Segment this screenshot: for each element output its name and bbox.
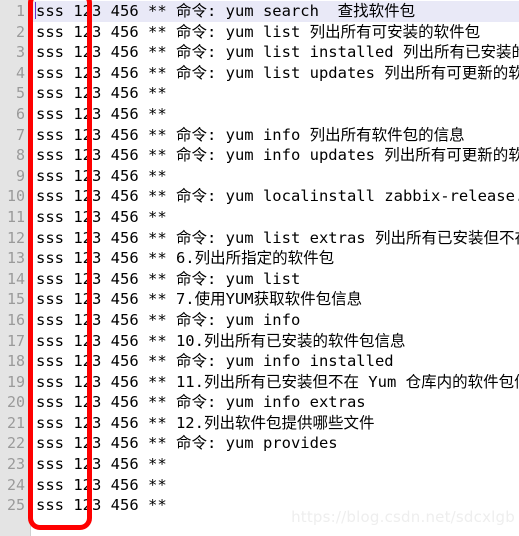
editor-line[interactable]: sss 123 456 ** 命令: yum search 查找软件包	[32, 1, 519, 22]
line-number: 9	[15, 166, 25, 185]
editor-line[interactable]: sss 123 456 ** 10.列出所有已安装的软件包信息	[32, 331, 519, 352]
editor-line[interactable]: sss 123 456 ** 命令: yum list	[32, 269, 519, 290]
line-number: 18	[6, 352, 25, 371]
line-number: 12	[6, 228, 25, 247]
editor-line[interactable]: sss 123 456 ** 命令: yum info extras	[32, 392, 519, 413]
editor-line[interactable]: sss 123 456 ** 命令: yum info updates 列出所有…	[32, 145, 519, 166]
watermark-text: https://blog.csdn.net/sdcxlgb	[291, 508, 515, 526]
line-number: 5	[15, 84, 25, 103]
line-number: 8	[15, 146, 25, 165]
line-number: 14	[6, 269, 25, 288]
editor-line[interactable]: sss 123 456 ** 命令: yum info 列出所有软件包的信息	[32, 125, 519, 146]
editor-line[interactable]: sss 123 456 **	[32, 454, 519, 475]
line-number: 13	[6, 249, 25, 268]
line-number: 4	[15, 63, 25, 82]
editor-line[interactable]: sss 123 456 **	[32, 83, 519, 104]
line-number: 10	[6, 187, 25, 206]
editor-text-area[interactable]: sss 123 456 ** 命令: yum search 查找软件包 sss 1…	[32, 0, 519, 536]
line-number: 7	[15, 125, 25, 144]
editor-line[interactable]: sss 123 456 ** 命令: yum list 列出所有可安装的软件包	[32, 22, 519, 43]
line-number: 21	[6, 413, 25, 432]
editor-line[interactable]: sss 123 456 ** 6.列出所指定的软件包	[32, 248, 519, 269]
editor-line[interactable]: sss 123 456 ** 11.列出所有已安装但不在 Yum 仓库内的软件包…	[32, 372, 519, 393]
line-number: 16	[6, 310, 25, 329]
editor-line[interactable]: sss 123 456 ** 12.列出软件包提供哪些文件	[32, 413, 519, 434]
line-number: 20	[6, 393, 25, 412]
line-number: 25	[6, 496, 25, 515]
text-caret	[35, 2, 36, 19]
line-number: 19	[6, 372, 25, 391]
editor-line[interactable]: sss 123 456 ** 命令: yum info	[32, 310, 519, 331]
line-number: 11	[6, 207, 25, 226]
editor-line[interactable]: sss 123 456 ** 命令: yum provides	[32, 433, 519, 454]
line-number: 24	[6, 475, 25, 494]
line-number: 6	[15, 104, 25, 123]
editor-line[interactable]: sss 123 456 ** 7.使用YUM获取软件包信息	[32, 289, 519, 310]
editor-line[interactable]: sss 123 456 ** 命令: yum info installed	[32, 351, 519, 372]
line-number: 23	[6, 455, 25, 474]
editor-line[interactable]: sss 123 456 **	[32, 475, 519, 496]
editor-line[interactable]: sss 123 456 ** 命令: yum localinstall zabb…	[32, 186, 519, 207]
line-number: 15	[6, 290, 25, 309]
editor-line[interactable]: sss 123 456 ** 命令: yum list installed 列出…	[32, 42, 519, 63]
editor-line[interactable]: sss 123 456 **	[32, 104, 519, 125]
editor-line[interactable]: sss 123 456 **	[32, 207, 519, 228]
line-number: 3	[15, 43, 25, 62]
editor-line[interactable]: sss 123 456 ** 命令: yum list extras 列出所有已…	[32, 228, 519, 249]
line-number: 1	[15, 2, 25, 20]
editor-line[interactable]: sss 123 456 **	[32, 166, 519, 187]
editor-line[interactable]: sss 123 456 ** 命令: yum list updates 列出所有…	[32, 63, 519, 84]
line-number: 17	[6, 331, 25, 350]
text-editor[interactable]: sss 123 456 ** 命令: yum search 查找软件包 sss 1…	[0, 0, 519, 536]
line-number-gutter: 1 2 3 4 5 6 7 8 9 10 11 12 13 14 15 16 17 18 19 20 21 22 23 24 2…	[0, 0, 31, 536]
line-number: 2	[15, 22, 25, 41]
line-number: 22	[6, 434, 25, 453]
